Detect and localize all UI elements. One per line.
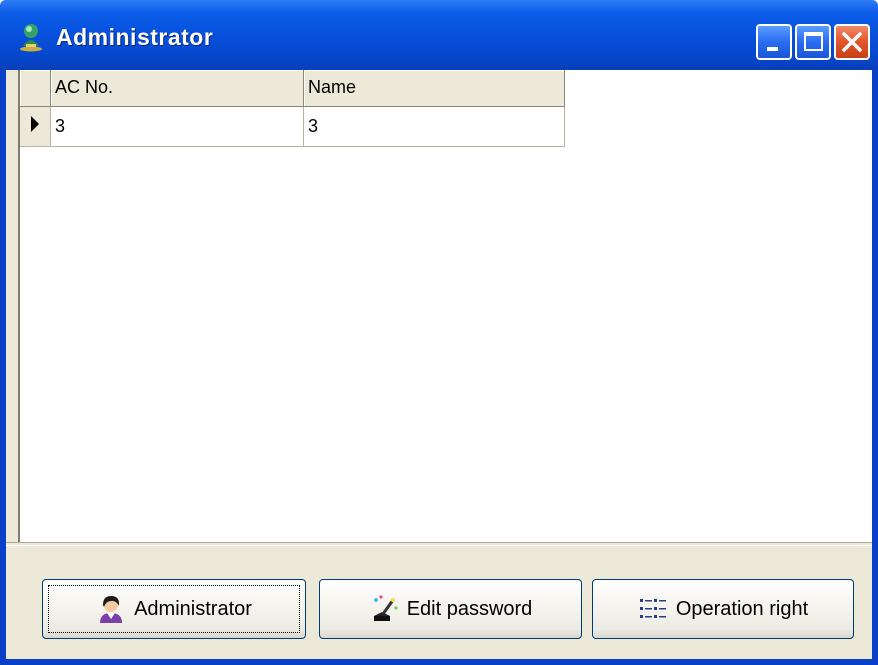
row-indicator[interactable] [20,106,51,147]
focus-rectangle [48,585,300,633]
minimize-icon [767,47,778,51]
edit-password-button-label: Edit password [406,597,533,620]
edit-password-button[interactable]: Edit password [319,579,582,639]
admin-globe-icon [20,24,42,52]
panel-divider [6,542,872,546]
administrator-window: Administrator AC No. Name 3 3 Administra… [0,0,878,665]
cell-name[interactable]: 3 [303,106,565,147]
current-row-arrow-icon [31,115,39,132]
column-header-name[interactable]: Name [303,70,565,107]
title-bar[interactable]: Administrator [0,0,878,70]
close-icon [842,32,862,52]
column-header-ac-no[interactable]: AC No. [50,70,304,107]
operation-right-list-icon [639,599,666,618]
grid-header-row: AC No. Name [20,70,565,107]
edit-password-wand-icon [373,595,398,621]
maximize-button[interactable] [795,24,831,60]
operation-right-button-label: Operation right [675,597,809,620]
grid-corner-cell [20,70,51,107]
maximize-icon [804,32,823,51]
minimize-button[interactable] [756,24,792,60]
data-grid[interactable]: AC No. Name 3 3 [18,70,872,542]
cell-ac-no[interactable]: 3 [50,106,304,147]
table-row[interactable]: 3 3 [20,106,565,147]
window-title: Administrator [56,24,214,50]
administrator-button[interactable]: Administrator [42,579,306,639]
close-button[interactable] [834,24,870,60]
operation-right-button[interactable]: Operation right [592,579,854,639]
window-client-area: AC No. Name 3 3 Administrator Edit passw… [6,70,872,659]
